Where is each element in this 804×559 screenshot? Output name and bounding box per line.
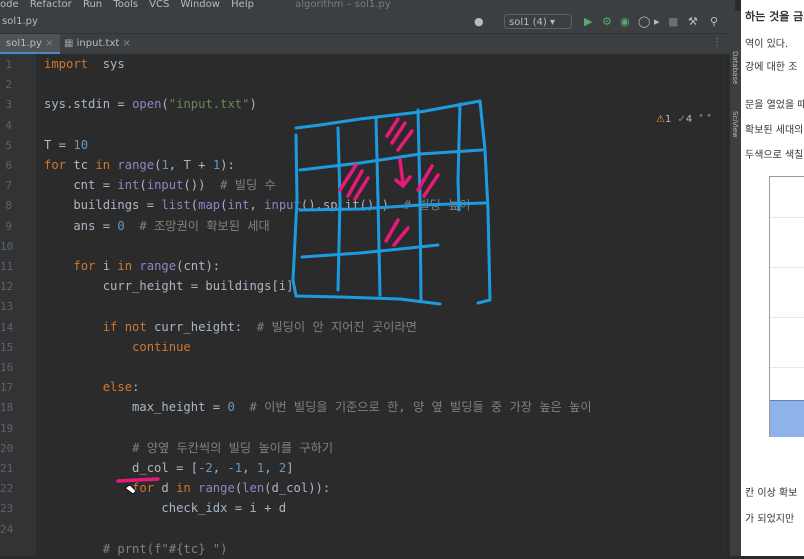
pen-annotation-overlay <box>116 99 492 495</box>
pen-cursor-icon <box>124 484 137 495</box>
